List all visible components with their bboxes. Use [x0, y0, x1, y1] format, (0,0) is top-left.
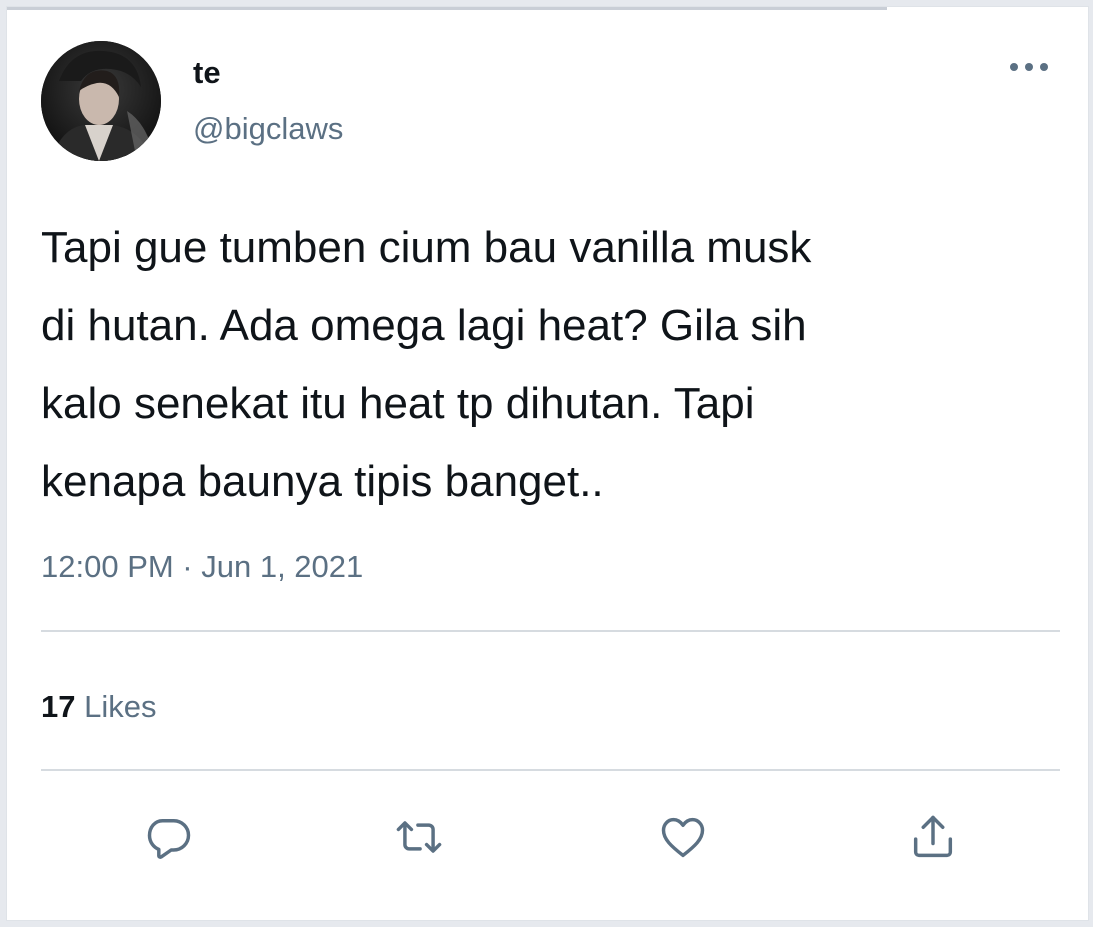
avatar-photo [41, 41, 161, 161]
reply-button[interactable] [139, 807, 199, 867]
retweet-button[interactable] [389, 807, 449, 867]
likes-label: Likes [84, 689, 157, 724]
action-bar [7, 807, 1088, 867]
reply-icon [147, 819, 191, 859]
divider [41, 630, 1060, 632]
like-button[interactable] [653, 807, 713, 867]
share-icon [913, 815, 953, 858]
more-dots-icon [1010, 63, 1048, 71]
share-button[interactable] [903, 807, 963, 867]
likes-count: 17 [41, 689, 76, 724]
divider [41, 769, 1060, 771]
tweet-timestamp[interactable]: 12:00 PM · Jun 1, 2021 [41, 547, 363, 587]
user-handle[interactable]: @bigclaws [193, 111, 343, 147]
avatar[interactable] [41, 41, 161, 161]
likes-stat[interactable]: 17 Likes [41, 687, 156, 727]
like-icon [661, 817, 705, 858]
tweet-text: Tapi gue tumben cium bau vanilla musk di… [41, 223, 812, 506]
retweet-icon [396, 821, 442, 853]
display-name[interactable]: te [193, 55, 221, 91]
tweet-card: te @bigclaws Tapi gue tumben cium bau va… [6, 6, 1089, 921]
more-options-button[interactable] [1005, 55, 1053, 79]
scroll-indicator [7, 7, 887, 10]
